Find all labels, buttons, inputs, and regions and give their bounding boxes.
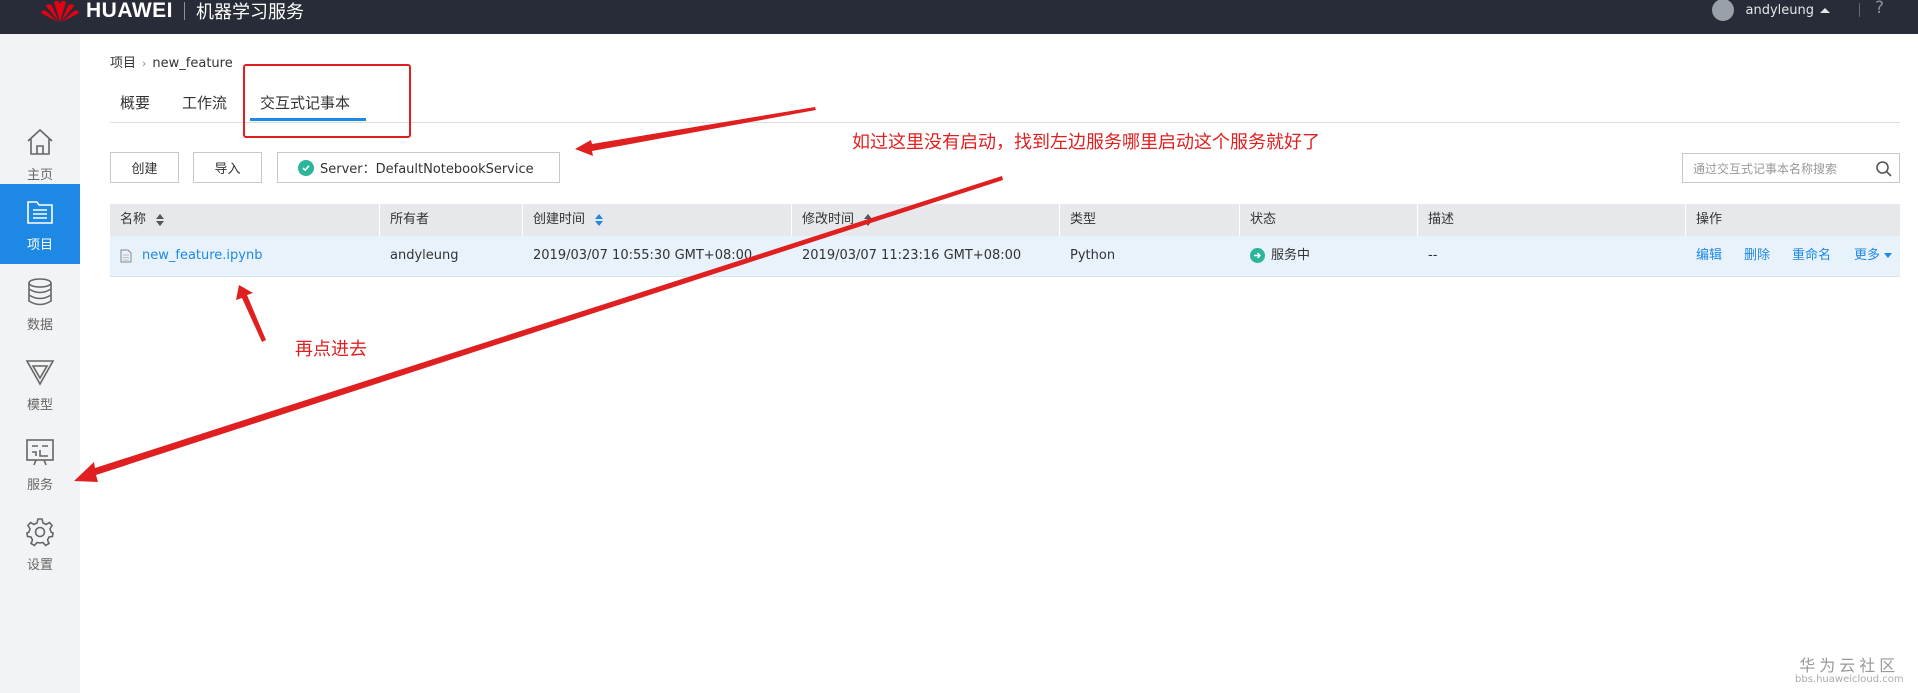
sidebar-item-label: 项目 [26, 237, 53, 253]
running-status-icon [1250, 248, 1265, 263]
breadcrumb-separator: › [142, 57, 147, 70]
sidebar-item-label: 数据 [26, 317, 53, 333]
sidebar-item-label: 设置 [26, 557, 53, 573]
cell-name: new_feature.ipynb [110, 236, 380, 276]
arrow-to-notebook [236, 285, 266, 342]
brand-name: HUAWEI [86, 0, 173, 22]
column-status: 状态 [1240, 204, 1418, 236]
sort-icon[interactable] [595, 213, 604, 227]
username: andyleung [1745, 2, 1815, 18]
database-icon [28, 277, 52, 305]
sidebar-item-label: 模型 [26, 397, 53, 413]
status-text: 服务中 [1271, 248, 1311, 263]
sidebar-item-data[interactable]: 数据 [0, 264, 80, 344]
header-divider [1859, 3, 1860, 17]
column-name[interactable]: 名称 [110, 204, 380, 236]
search-placeholder: 通过交互式记事本名称搜索 [1693, 161, 1838, 176]
avatar [1711, 0, 1734, 21]
annotation-highlight-box [243, 64, 411, 138]
logo-divider [184, 2, 185, 20]
cell-created: 2019/03/07 10:55:30 GMT+08:00 [533, 248, 753, 263]
tab-workflow[interactable]: 工作流 [182, 92, 227, 113]
sidebar-item-settings[interactable]: 设置 [0, 504, 80, 584]
check-circle-icon [298, 159, 314, 176]
annotation-top-note: 如过这里没有启动，找到左边服务哪里启动这个服务就好了 [852, 132, 1320, 153]
home-icon [27, 128, 53, 155]
notebook-table: 名称 所有者 创建时间 修改时间 类型 状态 描述 操作 new_feature… [110, 204, 1900, 277]
project-icon [27, 200, 53, 224]
sidebar-item-service[interactable]: 服务 [0, 424, 80, 504]
column-modified[interactable]: 修改时间 [792, 204, 1060, 236]
column-description: 描述 [1418, 204, 1686, 236]
service-icon [26, 438, 54, 465]
breadcrumb-current: new_feature [152, 56, 233, 71]
import-button[interactable]: 导入 [193, 152, 262, 183]
breadcrumb-root[interactable]: 项目 [110, 56, 136, 71]
column-created[interactable]: 创建时间 [523, 204, 792, 236]
column-actions: 操作 [1696, 212, 1723, 227]
sidebar-item-label: 服务 [26, 477, 53, 493]
help-icon[interactable]: ? [1875, 0, 1884, 18]
sidebar-item-label: 主页 [26, 167, 53, 183]
server-label: Server：DefaultNotebookService [320, 162, 534, 177]
gear-icon [26, 517, 54, 547]
edit-link[interactable]: 编辑 [1696, 236, 1722, 276]
sidebar: 主页 项目 数据 模型 服务 设置 [0, 34, 80, 693]
create-button[interactable]: 创建 [110, 152, 179, 183]
cell-owner: andyleung [390, 248, 459, 263]
delete-link[interactable]: 删除 [1744, 236, 1770, 276]
cell-type: Python [1070, 248, 1116, 263]
watermark: 华为云社区 bbs.huaweicloud.com [1795, 652, 1904, 685]
cell-status: 服务中 [1240, 236, 1310, 276]
caret-up-icon [1820, 7, 1830, 13]
notebook-link[interactable]: new_feature.ipynb [142, 248, 263, 263]
column-type: 类型 [1060, 204, 1240, 236]
breadcrumb: 项目 › new_feature [110, 52, 233, 71]
sort-icon[interactable] [864, 213, 873, 227]
sort-icon[interactable] [156, 213, 165, 227]
top-bar: HUAWEI 机器学习服务 andyleung ? [0, 0, 1918, 34]
column-owner: 所有者 [380, 204, 523, 236]
chevron-down-icon [1884, 253, 1893, 258]
sidebar-item-model[interactable]: 模型 [0, 344, 80, 424]
tab-overview[interactable]: 概要 [120, 92, 150, 113]
sidebar-item-home[interactable]: 主页 [0, 114, 80, 194]
cell-modified: 2019/03/07 11:23:16 GMT+08:00 [802, 248, 1022, 263]
model-icon [25, 359, 55, 386]
annotation-bottom-note: 再点进去 [295, 339, 367, 360]
user-menu[interactable]: andyleung [1711, 0, 1830, 21]
table-header: 名称 所有者 创建时间 修改时间 类型 状态 描述 操作 [110, 204, 1900, 236]
watermark-title: 华为云社区 [1799, 656, 1900, 675]
search-input[interactable]: 通过交互式记事本名称搜索 [1682, 153, 1900, 183]
rename-link[interactable]: 重命名 [1792, 236, 1831, 276]
search-icon[interactable] [1875, 160, 1893, 178]
file-icon [120, 249, 132, 262]
table-row[interactable]: new_feature.ipynb andyleung 2019/03/07 1… [110, 236, 1900, 277]
more-dropdown[interactable]: 更多 [1854, 236, 1893, 276]
sidebar-item-project[interactable]: 项目 [0, 184, 80, 264]
watermark-url: bbs.huaweicloud.com [1795, 674, 1904, 685]
huawei-flower-icon [41, 0, 79, 22]
huawei-logo[interactable]: HUAWEI 机器学习服务 [40, 0, 304, 23]
app-title: 机器学习服务 [196, 2, 304, 23]
cell-actions: 编辑 删除 重命名 更多 [1686, 236, 1900, 276]
server-status-button[interactable]: Server：DefaultNotebookService [277, 152, 560, 183]
cell-description: -- [1428, 248, 1438, 263]
